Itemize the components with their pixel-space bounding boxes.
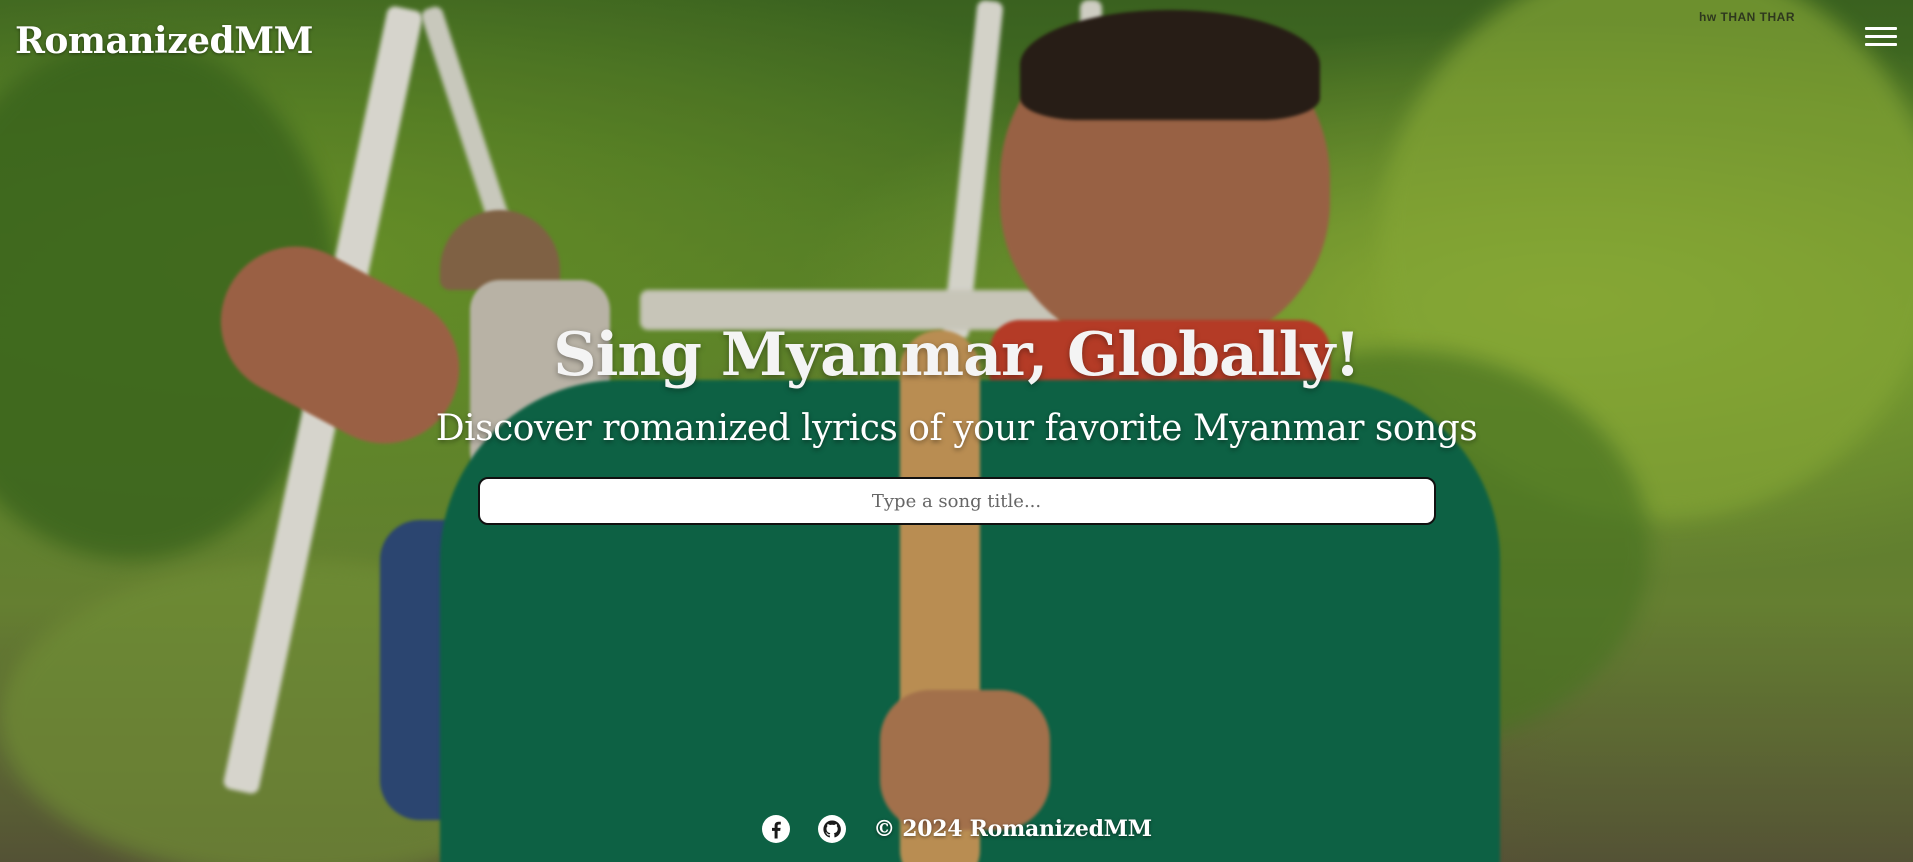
- hero-section: Sing Myanmar, Globally! Discover romaniz…: [0, 320, 1913, 525]
- video-watermark: hw THAN THAR: [1699, 10, 1795, 24]
- copyright-text: © 2024 RomanizedMM: [873, 816, 1152, 842]
- hero-subtitle: Discover romanized lyrics of your favori…: [435, 408, 1478, 449]
- hero-title: Sing Myanmar, Globally!: [553, 320, 1360, 390]
- brand-logo[interactable]: RomanizedMM: [15, 20, 313, 62]
- site-header: RomanizedMM hw THAN THAR: [0, 0, 1913, 80]
- menu-bar-line: [1865, 43, 1897, 46]
- site-footer: © 2024 RomanizedMM: [0, 814, 1913, 844]
- github-icon[interactable]: [817, 814, 847, 844]
- search-container: [477, 477, 1436, 525]
- song-search-input[interactable]: [477, 477, 1436, 525]
- menu-bar-line: [1865, 35, 1897, 38]
- facebook-icon[interactable]: [761, 814, 791, 844]
- menu-bar-line: [1865, 27, 1897, 30]
- hamburger-menu-icon[interactable]: [1865, 24, 1897, 50]
